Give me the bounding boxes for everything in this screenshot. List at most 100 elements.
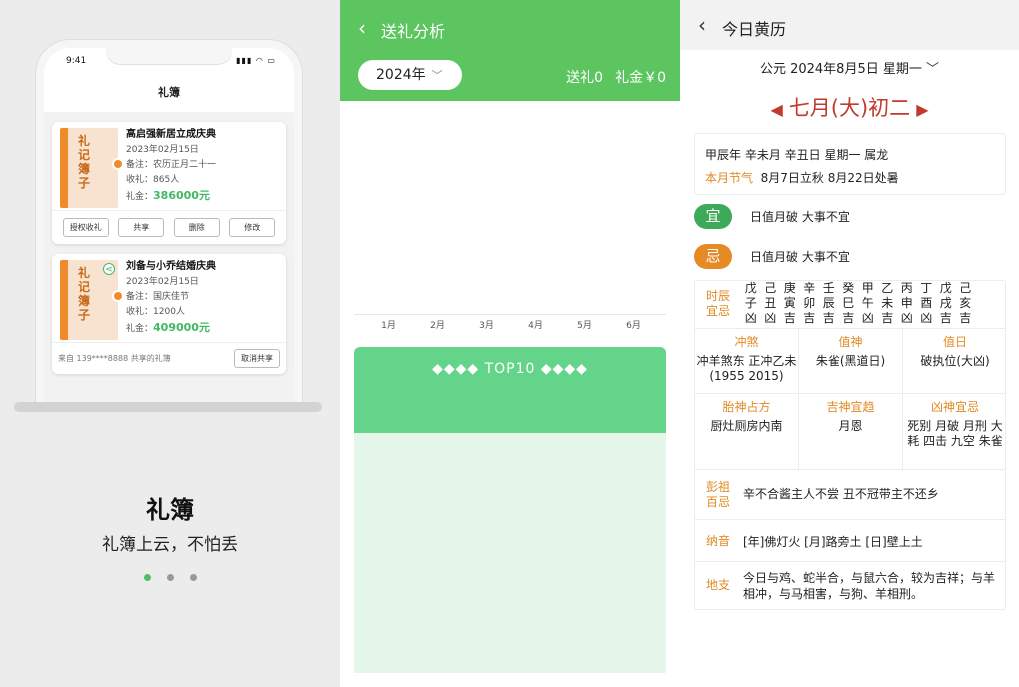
hour-char: 丙 [900,281,913,295]
ji-badge: 忌 [694,244,732,269]
hour-char: 戊 [744,281,757,295]
date-selector[interactable]: 公元 2024年8月5日 星期一 ﹀ [680,58,1019,77]
ganzhi-text: 甲辰年 辛未月 辛丑日 星期一 属龙 [705,148,889,162]
prev-day-icon[interactable]: ◀ [770,100,782,119]
pengzu-row: 彭祖百忌 辛不合酱主人不尝 丑不冠带主不还乡 [695,470,1005,520]
chongsha-value: 冲羊煞东 正冲乙未(1955 2015) [696,354,797,383]
yi-row: 宜 日值月破 大事不宜 [694,204,850,229]
next-day-icon[interactable]: ▶ [916,100,928,119]
month-tick: 1月 [381,321,396,331]
card-amount: 409000元 [153,321,210,334]
back-chevron-icon[interactable]: ‹ [358,16,366,40]
dizhi-row: 地支 今日与鸡、蛇半合，与鼠六合，较为吉祥；与羊相冲，与马相害，与狗、羊相刑。 [695,562,1005,610]
hour-column: 戊子凶 [741,281,761,326]
hour-fortune: 吉 [783,311,796,325]
phone-notch [106,48,232,64]
gift-analysis-screen: ‹ 送礼分析 2024年 ﹀ 送礼0 礼金￥0 1月 2月 3月 4月 5月 6月 … [340,0,680,687]
ji-row: 忌 日值月破 大事不宜 [694,244,850,269]
hour-char: 己 [959,281,972,295]
card-note: 农历正月二十一 [153,160,217,170]
promo-title: 礼簿 [146,496,194,524]
hour-column: 丙申凶 [897,281,917,326]
hour-char: 庚 [783,281,796,295]
month-tick: 6月 [626,321,641,331]
hour-char: 寅 [783,296,796,310]
pager-dot[interactable] [166,574,174,581]
back-chevron-icon[interactable]: ‹ [698,13,706,37]
taishen-value: 厨灶厕房内南 [710,419,783,433]
almanac-screen: ‹ 今日黄历 公元 2024年8月5日 星期一 ﹀ ◀ 七月(大)初二 ▶ 甲辰年 … [680,0,1019,687]
hour-fortune: 凶 [744,311,757,325]
hour-column: 庚寅吉 [780,281,800,326]
card-title: 刘备与小乔结婚庆典 [126,261,216,272]
pager-dot-active[interactable] [143,574,151,581]
hour-char: 甲 [861,281,874,295]
jieqi-text: 8月7日立秋 8月22日处暑 [760,171,899,185]
amount-label: 礼金： [126,324,154,334]
zhiri-value: 破执位(大凶) [920,354,990,368]
month-tick: 4月 [528,321,543,331]
pager-dot[interactable] [189,574,197,581]
page-title: 送礼分析 [381,22,446,41]
hour-fortune: 吉 [939,311,952,325]
delete-button[interactable]: 删除 [173,218,220,237]
hour-char: 亥 [959,296,972,310]
cancel-share-button[interactable]: 取消共享 [234,349,280,368]
edit-button[interactable]: 修改 [229,218,276,237]
zhishen-cell: 值神 朱雀(黑道日) [799,329,903,393]
hour-char: 未 [881,296,894,310]
hour-column: 壬辰吉 [819,281,839,326]
yi-text: 日值月破 大事不宜 [750,210,850,224]
date-value: 公元 2024年8月5日 星期一 [759,62,922,77]
zhiri-cell: 值日 破执位(大凶) [903,329,1007,393]
hour-char: 戌 [939,296,952,310]
zhishen-label: 值神 [838,335,863,349]
note-label: 备注： [126,292,154,302]
chevron-down-icon: ﹀ [431,69,443,82]
dizhi-value: 今日与鸡、蛇半合，与鼠六合，较为吉祥；与羊相冲，与马相害，与狗、羊相刑。 [743,571,996,601]
year-value: 2024年 [376,67,426,83]
authorize-button[interactable]: 授权收礼 [62,218,109,237]
share-button[interactable]: 共享 [118,218,165,237]
card-title: 高启强新居立成庆典 [126,129,216,140]
phone-base [14,402,322,412]
card-note: 国庆佳节 [153,292,190,302]
taishen-label: 胎神占方 [722,400,771,414]
hour-char: 丑 [764,296,777,310]
lunar-date: 七月(大)初二 [788,96,911,120]
gift-book-list: 礼记簿子 高启强新居立成庆典 2023年02月15日 备注：农历正月二十一 收礼… [44,112,294,402]
zhishen-value: 朱雀(黑道日) [815,354,886,368]
shared-icon: ⋖ [103,263,115,275]
year-selector[interactable]: 2024年 ﹀ [358,60,462,90]
hour-column: 乙未吉 [878,281,898,326]
hour-char: 乙 [881,281,894,295]
hour-fortune: 凶 [861,311,874,325]
analysis-header: ‹ 送礼分析 2024年 ﹀ 送礼0 礼金￥0 [340,0,680,101]
hour-fortune: 吉 [842,311,855,325]
jishen-cell: 吉神宜趋 月恩 [799,394,903,469]
almanac-header: ‹ 今日黄历 [680,0,1019,50]
hour-column: 甲午凶 [858,281,878,326]
month-tick: 5月 [577,321,592,331]
lunar-date-row: ◀ 七月(大)初二 ▶ [680,92,1019,122]
gift-book-card[interactable]: 礼记簿子 高启强新居立成庆典 2023年02月15日 备注：农历正月二十一 收礼… [52,122,286,244]
xiongshen-label: 凶神宜忌 [930,400,979,414]
hour-char: 酉 [920,296,933,310]
amount-label: 礼金： [126,192,154,202]
xiongshen-value: 死别 月破 月刑 大耗 四击 九空 朱雀 [907,419,1003,448]
page-title: 今日黄历 [722,20,787,39]
gift-book-cover: 礼记簿子 ⋖ [60,260,124,340]
hour-char: 申 [900,296,913,310]
gift-label: 收礼： [126,307,154,317]
hour-char: 丁 [920,281,933,295]
month-tick: 2月 [430,321,445,331]
hour-char: 巳 [842,296,855,310]
hour-char: 戊 [939,281,952,295]
hour-column: 戊戌吉 [936,281,956,326]
hour-fortune: 凶 [900,311,913,325]
pengzu-label: 彭祖百忌 [705,480,730,509]
gift-label: 收礼： [126,175,154,185]
sent-count: 送礼0 [566,70,604,86]
hour-char: 子 [744,296,757,310]
gift-book-card[interactable]: 礼记簿子 ⋖ 刘备与小乔结婚庆典 2023年02月15日 备注：国庆佳节 收礼：… [52,254,286,374]
